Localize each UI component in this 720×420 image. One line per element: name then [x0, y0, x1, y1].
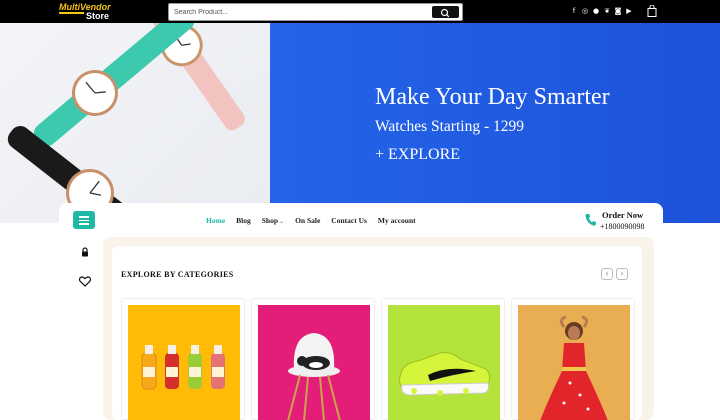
nav-item-blog[interactable]: Blog: [236, 216, 251, 225]
nav-item-contact-us[interactable]: Contact Us: [331, 216, 367, 225]
lock-icon[interactable]: [80, 247, 90, 257]
category-card-fashion[interactable]: [511, 298, 635, 420]
explore-link[interactable]: + EXPLORE: [375, 146, 460, 164]
hero-subtitle: Watches Starting - 1299: [375, 118, 524, 135]
watches-illustration: [7, 23, 245, 223]
logo-underline: [59, 12, 84, 14]
facebook-icon[interactable]: f: [570, 7, 578, 15]
category-image-juice: [128, 305, 240, 420]
social-links: f ◎ ● ❦ ◙ ▶: [570, 7, 633, 17]
youtube-icon[interactable]: ▶: [625, 7, 633, 15]
search-button[interactable]: [432, 6, 459, 18]
categories-heading: EXPLORE BY CATEGORIES: [121, 270, 234, 279]
pinterest-icon[interactable]: ●: [592, 7, 600, 15]
nav-item-shop[interactable]: Shop⌄: [262, 216, 284, 225]
hamburger-icon: [79, 223, 89, 225]
category-card-juice[interactable]: [121, 298, 245, 420]
order-phone-number[interactable]: +1800090098: [600, 222, 645, 231]
search-input[interactable]: [174, 6, 429, 18]
menu-toggle-button[interactable]: [73, 211, 95, 229]
category-card-shoes[interactable]: [381, 298, 505, 420]
main-nav: Home Blog Shop⌄ On Sale Contact Us My ac…: [206, 216, 416, 225]
hamburger-icon: [79, 219, 89, 221]
search-icon: [440, 8, 450, 18]
nav-item-my-account[interactable]: My account: [378, 216, 416, 225]
category-image-cat-chair: [258, 305, 370, 420]
category-image-woman-dress: [518, 305, 630, 420]
nav-item-shop-label: Shop: [261, 216, 279, 225]
order-now-label: Order Now: [602, 210, 644, 220]
hamburger-icon: [79, 216, 89, 218]
category-card-pets[interactable]: [251, 298, 375, 420]
heart-icon[interactable]: [79, 276, 91, 287]
hero-watches-image: [0, 23, 270, 223]
brand-logo[interactable]: MultiVendor Store: [59, 2, 123, 21]
brand-name-line2: Store: [86, 11, 110, 21]
carousel-prev-button[interactable]: ‹: [601, 268, 613, 280]
hero-title: Make Your Day Smarter: [375, 84, 610, 110]
chevron-down-icon: ⌄: [279, 218, 285, 225]
search-bar: [168, 3, 463, 21]
instagram-icon[interactable]: ◙: [614, 7, 622, 15]
nav-item-on-sale[interactable]: On Sale: [295, 216, 320, 225]
shopping-bag-icon[interactable]: [647, 5, 657, 17]
nav-item-home[interactable]: Home: [206, 216, 225, 225]
category-image-sneaker: [388, 305, 500, 420]
twitter-icon[interactable]: ❦: [603, 7, 611, 15]
phone-icon: [585, 214, 596, 226]
instagram-icon[interactable]: ◎: [581, 7, 589, 15]
carousel-next-button[interactable]: ›: [616, 268, 628, 280]
